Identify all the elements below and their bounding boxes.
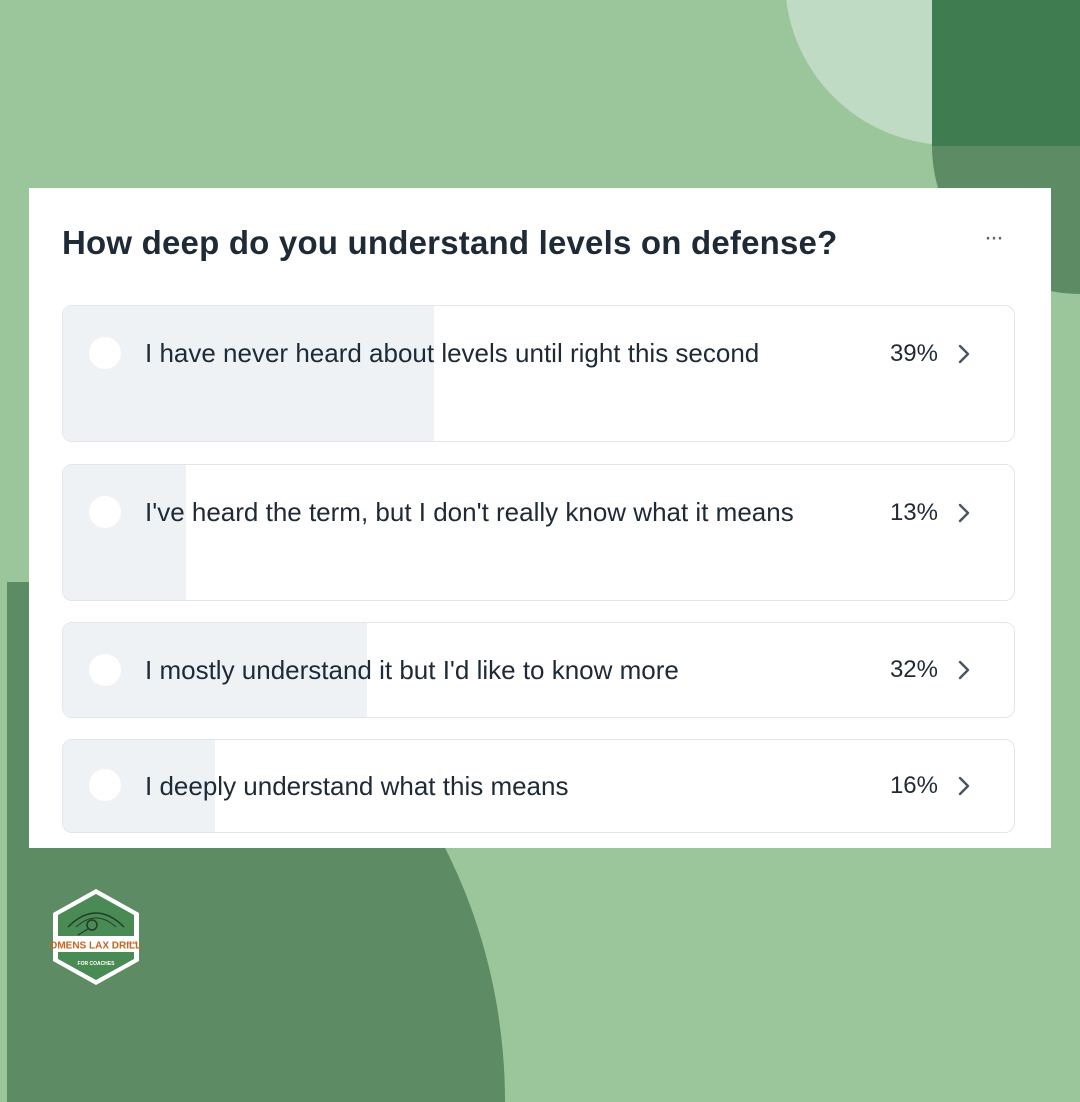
radio-button[interactable] [89, 496, 121, 528]
poll-option-4[interactable]: I deeply understand what this means 16% [62, 739, 1015, 833]
poll-question: How deep do you understand levels on def… [62, 224, 838, 261]
option-percent: 13% [889, 499, 938, 526]
chevron-right-icon [958, 344, 970, 364]
poll-option-1[interactable]: I have never heard about levels until ri… [62, 305, 1015, 442]
option-percent: 32% [889, 656, 938, 683]
logo-subtext: FOR COACHES [78, 961, 116, 967]
option-label: I have never heard about levels until ri… [145, 338, 760, 368]
poll-option-2[interactable]: I've heard the term, but I don't really … [62, 464, 1015, 601]
logo-suffix: .COM [126, 940, 137, 945]
radio-button[interactable] [89, 337, 121, 369]
background-corner-dark [932, 0, 1080, 146]
chevron-right-icon [958, 776, 970, 796]
poll-card: How deep do you understand levels on def… [29, 188, 1051, 848]
radio-button[interactable] [89, 769, 121, 801]
option-label: I've heard the term, but I don't really … [145, 497, 794, 527]
option-label: I mostly understand it but I'd like to k… [145, 655, 679, 685]
option-label: I deeply understand what this means [145, 771, 569, 801]
radio-button[interactable] [89, 654, 121, 686]
more-options-icon[interactable]: ··· [975, 226, 1011, 250]
option-percent: 16% [889, 772, 938, 799]
poll-option-3[interactable]: I mostly understand it but I'd like to k… [62, 622, 1015, 718]
chevron-right-icon [958, 660, 970, 680]
womens-lax-drills-logo: WOMENS LAX DRILLS .COM FOR COACHES [50, 889, 142, 985]
option-percent: 39% [889, 340, 938, 367]
chevron-right-icon [958, 503, 970, 523]
